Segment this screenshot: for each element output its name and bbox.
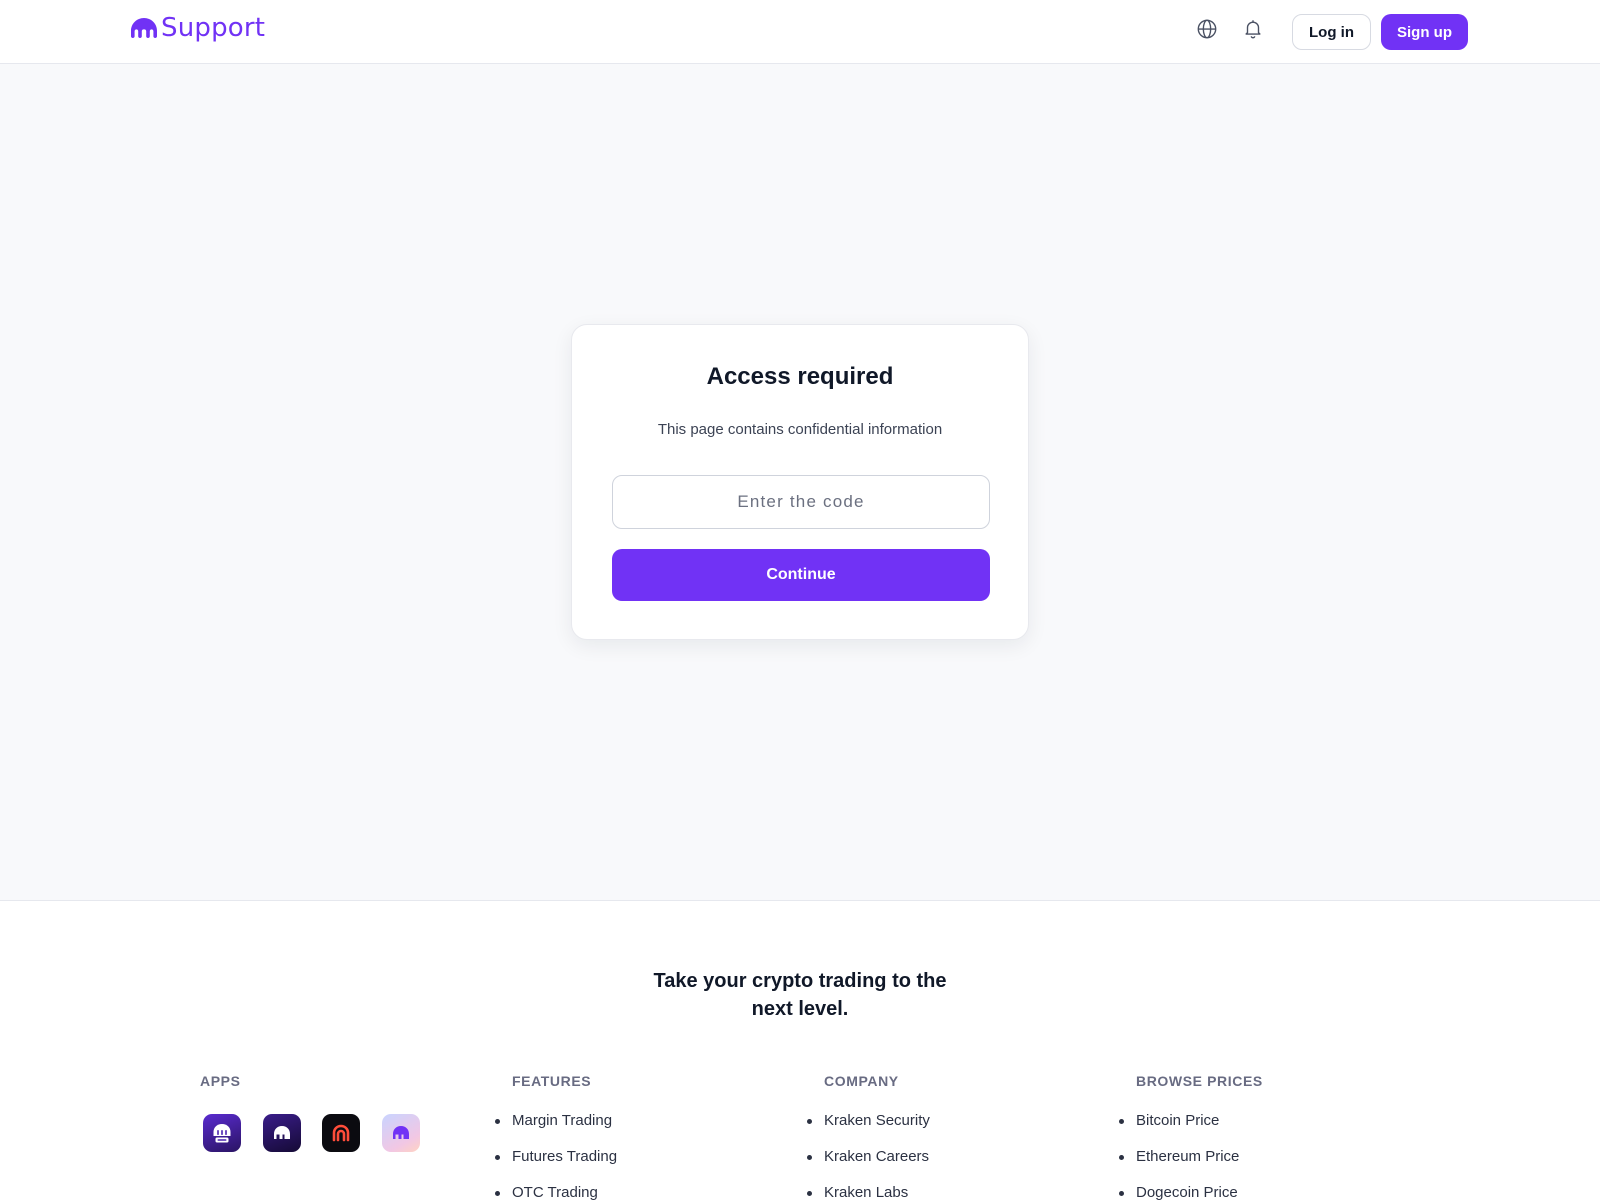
kraken-security-link[interactable]: Kraken Security (807, 1112, 930, 1148)
company-links: Kraken Security Kraken Careers Kraken La… (807, 1112, 930, 1200)
futures-trading-link[interactable]: Futures Trading (495, 1148, 617, 1184)
kraken-pro-app-icon[interactable] (203, 1114, 241, 1152)
sign-up-button[interactable]: Sign up (1381, 14, 1468, 50)
apps-heading: APPS (200, 1073, 241, 1089)
kraken-logo-icon (131, 18, 157, 38)
access-code-input[interactable] (612, 475, 990, 529)
kraken-futures-app-icon[interactable] (322, 1114, 360, 1152)
log-in-button[interactable]: Log in (1292, 14, 1371, 50)
features-links: Margin Trading Futures Trading OTC Tradi… (495, 1112, 617, 1200)
access-required-card: Access required This page contains confi… (571, 324, 1029, 640)
tagline-line-2: next level. (751, 998, 849, 1020)
kraken-labs-link[interactable]: Kraken Labs (807, 1184, 930, 1200)
brand-text: Support (161, 13, 266, 43)
kraken-wallet-app-icon[interactable] (382, 1114, 420, 1152)
kraken-careers-link[interactable]: Kraken Careers (807, 1148, 930, 1184)
kraken-logo-icon (274, 1126, 290, 1139)
features-heading: FEATURES (512, 1073, 592, 1089)
access-subtitle: This page contains confidential informat… (657, 421, 943, 438)
browse-prices-links: Bitcoin Price Ethereum Price Dogecoin Pr… (1119, 1112, 1239, 1200)
margin-trading-link[interactable]: Margin Trading (495, 1112, 617, 1148)
company-heading: COMPANY (824, 1073, 899, 1089)
ethereum-price-link[interactable]: Ethereum Price (1119, 1148, 1239, 1184)
access-title: Access required (706, 363, 894, 390)
dogecoin-price-link[interactable]: Dogecoin Price (1119, 1184, 1239, 1200)
support-home-link[interactable]: Support (130, 12, 265, 44)
kraken-pro-logo-icon (213, 1124, 231, 1143)
bell-icon (1245, 20, 1261, 39)
browse-prices-heading: BROWSE PRICES (1136, 1073, 1263, 1089)
footer-tagline: Take your crypto trading to the next lev… (600, 967, 1000, 1023)
site-footer: Take your crypto trading to the next lev… (0, 900, 1600, 1200)
language-selector[interactable] (1194, 16, 1220, 42)
kraken-wallet-logo-icon (393, 1126, 409, 1139)
bitcoin-price-link[interactable]: Bitcoin Price (1119, 1112, 1239, 1148)
kraken-futures-logo-icon (332, 1124, 350, 1142)
globe-icon (1197, 19, 1217, 39)
tagline-line-1: Take your crypto trading to the (653, 970, 947, 992)
otc-trading-link[interactable]: OTC Trading (495, 1184, 617, 1200)
notifications-button[interactable] (1240, 16, 1266, 42)
continue-button[interactable]: Continue (612, 549, 990, 601)
kraken-app-icon[interactable] (263, 1114, 301, 1152)
top-navigation-bar: Support Log in Sign up (0, 0, 1600, 64)
